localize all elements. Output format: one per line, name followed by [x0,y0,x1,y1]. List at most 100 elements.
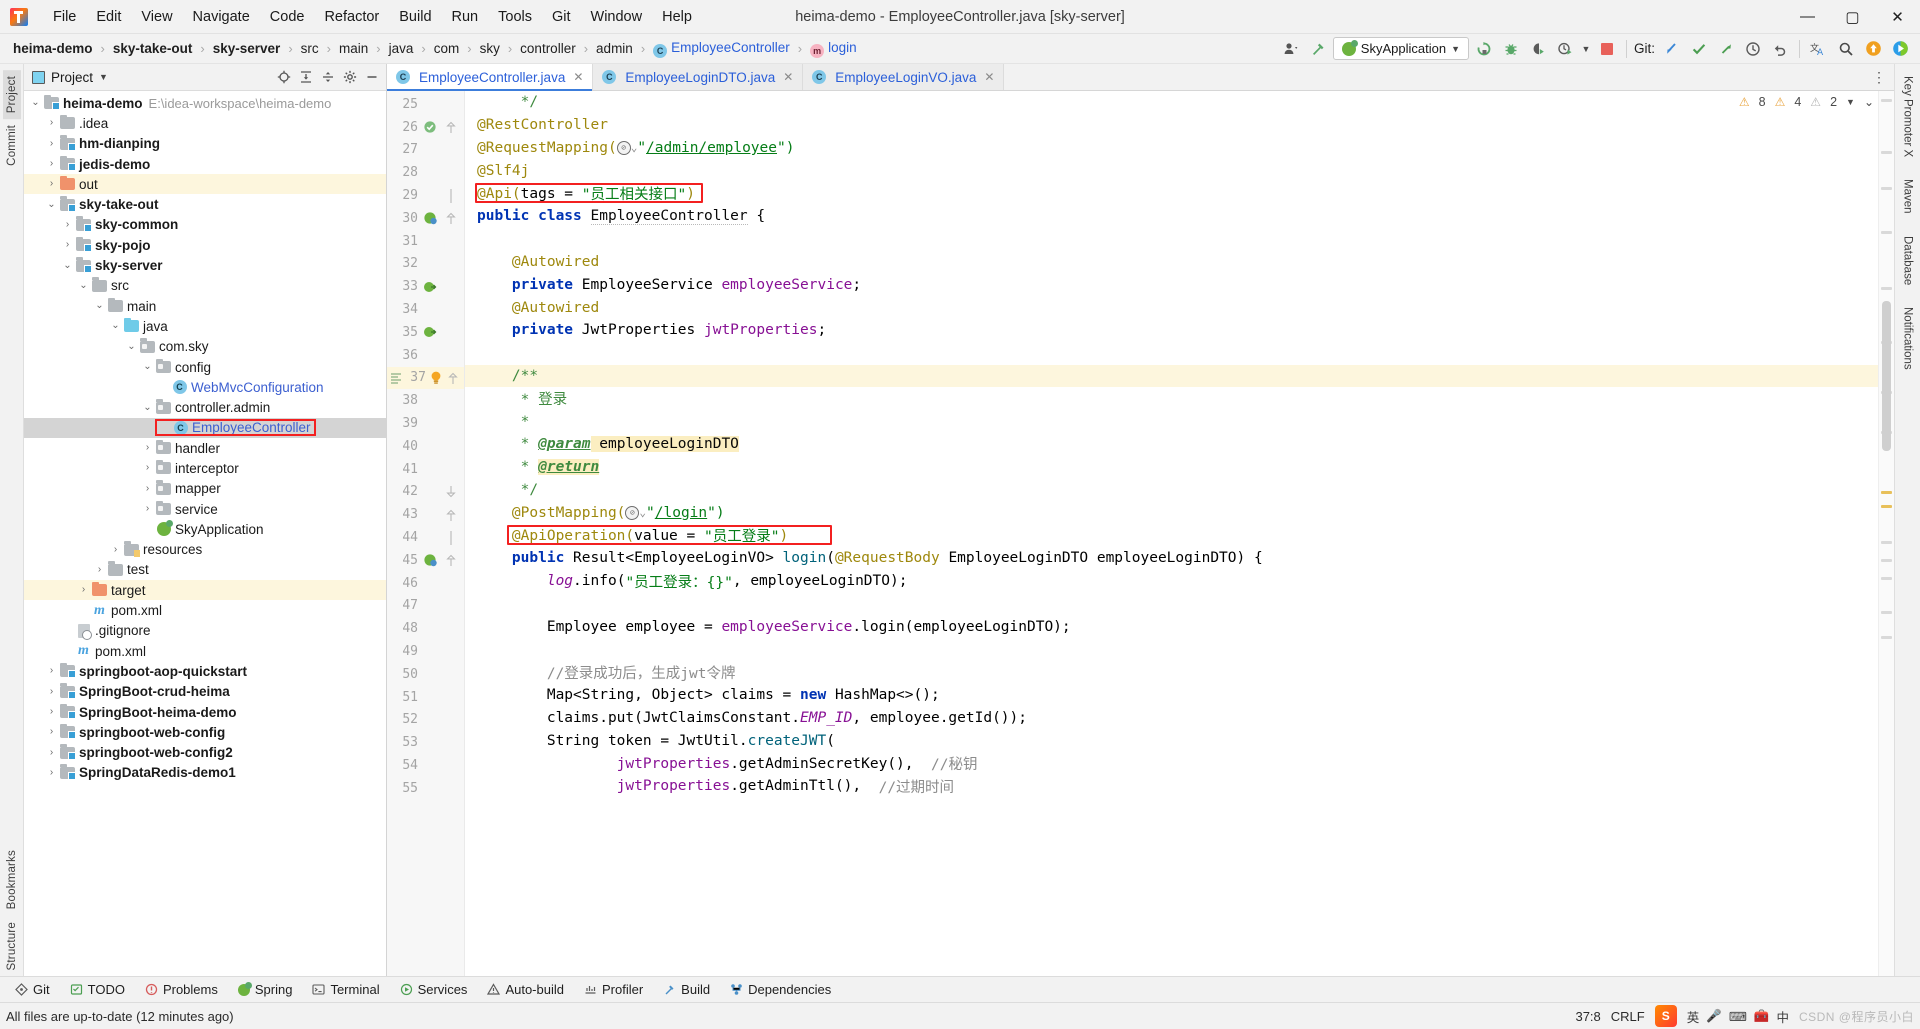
gutter-line-26[interactable]: 26 [387,116,464,139]
gear-icon[interactable] [340,67,360,87]
toolbox-icon[interactable]: 🧰 [1754,1009,1770,1024]
code-line-36[interactable] [465,342,1878,365]
chevron-right-icon[interactable]: › [60,240,75,250]
tree-node-src[interactable]: ⌄ src [24,276,386,296]
tree-node-springboot-web-config2[interactable]: › springboot-web-config2 [24,743,386,763]
tree-node-resources[interactable]: › resources [24,540,386,560]
commit-checkmark-icon[interactable] [1687,37,1711,61]
close-icon[interactable]: ✕ [984,70,994,84]
sidebar-tab-maven[interactable]: Maven [1899,175,1917,218]
code-line-50[interactable]: //登录成功后，生成jwt令牌 [465,661,1878,684]
sogou-ime-icon[interactable]: S [1654,1005,1677,1027]
ide-play-icon[interactable] [1888,37,1912,61]
chevron-right-icon[interactable]: › [44,118,59,128]
tree-node-controller-admin[interactable]: ⌄ controller.admin [24,397,386,417]
tree-node-handler[interactable]: › handler [24,438,386,458]
tree-node-out[interactable]: › out [24,174,386,195]
tab-employee-controller[interactable]: C EmployeeController.java ✕ [387,64,594,91]
gutter-line-25[interactable]: 25 [387,93,464,116]
menu-window[interactable]: Window [582,5,652,29]
code-line-27[interactable]: @RequestMapping(⊘ ⌄ "/admin/employee ") [465,137,1878,160]
scrollbar-marker[interactable] [1881,231,1892,234]
chevron-right-icon[interactable]: › [44,727,59,737]
hammer-build-icon[interactable] [1306,37,1330,61]
maximize-button[interactable]: ▢ [1830,0,1875,34]
editor-gutter[interactable]: 25 26 27 28 29 30 31 32 33 34 35 36 37 38 39 40 41 42 43 44… [387,91,465,976]
sidebar-tab-project[interactable]: Project [2,70,21,120]
gutter-line-36[interactable]: 36 [387,344,464,367]
editor-scrollbar-thumb[interactable] [1882,301,1891,451]
code-line-35[interactable]: private JwtProperties jwtProperties; [465,319,1878,342]
chevron-right-icon[interactable]: › [44,159,59,169]
chevron-right-icon[interactable]: › [108,544,123,555]
chevron-right-icon[interactable]: › [140,504,155,514]
tree-node-sky-take-out[interactable]: ⌄ sky-take-out [24,194,386,214]
tree-node-heima-demo[interactable]: ⌄ heima-demo E:\idea-workspace\heima-demo [24,93,386,113]
rerun-icon[interactable] [1472,37,1496,61]
tree-node-mapper[interactable]: › mapper [24,479,386,499]
gutter-line-50[interactable]: 50 [387,663,464,686]
code-line-51[interactable]: Map<String, Object> claims = new HashMap… [465,684,1878,707]
breadcrumb-item-method[interactable]: m login [807,39,860,59]
menu-refactor[interactable]: Refactor [315,5,388,29]
microphone-icon[interactable]: 🎤 [1706,1009,1722,1024]
chevron-right-icon[interactable]: › [140,483,155,494]
toolwin-todo[interactable]: TODO [61,979,134,1000]
locate-icon[interactable] [274,67,294,87]
gutter-line-49[interactable]: 49 [387,640,464,663]
code-line-44[interactable]: @ApiOperation(value = "员工登录") [465,524,1878,547]
gutter-line-44[interactable]: 44 [387,526,464,549]
toolwin-profiler[interactable]: Profiler [575,979,652,1000]
tree-node-sky-pojo[interactable]: › sky-pojo [24,235,386,255]
code-line-38[interactable]: * 登录 [465,387,1878,410]
gutter-line-55[interactable]: 55 [387,777,464,800]
gutter-line-39[interactable]: 39 [387,412,464,435]
menu-build[interactable]: Build [390,5,440,29]
chevron-down-icon[interactable]: ⌄ [140,402,155,413]
gutter-line-33[interactable]: 33 [387,275,464,298]
keyboard-icon[interactable]: ⌨ [1729,1009,1747,1024]
chevron-right-icon[interactable]: › [44,707,59,717]
translate-icon[interactable]: 文A [1807,37,1831,61]
tree-node-java[interactable]: ⌄ java [24,316,386,336]
gutter-line-38[interactable]: 38 [387,389,464,412]
upload-arrow-icon[interactable] [1861,37,1885,61]
breadcrumb-item-1[interactable]: sky-take-out [110,40,196,57]
scrollbar-marker[interactable] [1881,541,1892,544]
tree-node-skyapplication[interactable]: SkyApplication [24,519,386,539]
profiler-run-icon[interactable] [1553,37,1577,61]
fold-marker[interactable] [440,485,462,499]
close-icon[interactable]: ✕ [783,70,793,84]
menu-tools[interactable]: Tools [489,5,541,29]
minimize-button[interactable]: — [1785,0,1830,34]
web-reference-icon[interactable]: ⊘ [616,140,631,155]
inspection-widget[interactable]: ⚠ 8 ⚠ 4 ⚠ 2 ▼ ⌄ [1739,95,1874,109]
breadcrumb[interactable]: heima-demo › sky-take-out › sky-server ›… [10,39,860,59]
tree-node-config[interactable]: ⌄ config [24,357,386,377]
expand-all-icon[interactable] [296,67,316,87]
tab-employee-login-vo[interactable]: C EmployeeLoginVO.java ✕ [803,64,1005,90]
code-line-40[interactable]: * @param employeeLoginDTO [465,433,1878,456]
code-line-47[interactable] [465,593,1878,616]
gutter-line-28[interactable]: 28 [387,161,464,184]
code-line-37[interactable]: /** [465,364,1878,388]
gutter-line-41[interactable]: 41 [387,458,464,481]
chevron-right-icon[interactable]: › [92,564,107,575]
chevron-down-icon[interactable]: ⌄ [124,341,139,352]
gutter-line-30[interactable]: 30 [387,207,464,230]
scrollbar-marker[interactable] [1881,287,1892,290]
tree-node-hm-dianping[interactable]: › hm-dianping [24,134,386,154]
tab-employee-login-dto[interactable]: C EmployeeLoginDTO.java ✕ [593,64,804,90]
tree-node-sky-common[interactable]: › sky-common [24,215,386,235]
sidebar-tab-notifications[interactable]: Notifications [1899,303,1917,374]
chevron-down-icon[interactable]: ⌄ [60,260,75,271]
code-line-52[interactable]: claims.put(JwtClaimsConstant. EMP_ID, emp… [465,707,1878,730]
sidebar-tab-database[interactable]: Database [1899,232,1917,289]
reformat-icon[interactable] [387,372,405,384]
breadcrumb-item-2[interactable]: sky-server [210,40,284,57]
menu-file[interactable]: File [44,5,85,29]
toolwin-git[interactable]: Git [6,979,59,1000]
tree-node-employeecontroller[interactable]: C EmployeeController [24,417,386,439]
scrollbar-marker[interactable] [1881,491,1892,494]
chevron-right-icon[interactable]: › [140,463,155,473]
